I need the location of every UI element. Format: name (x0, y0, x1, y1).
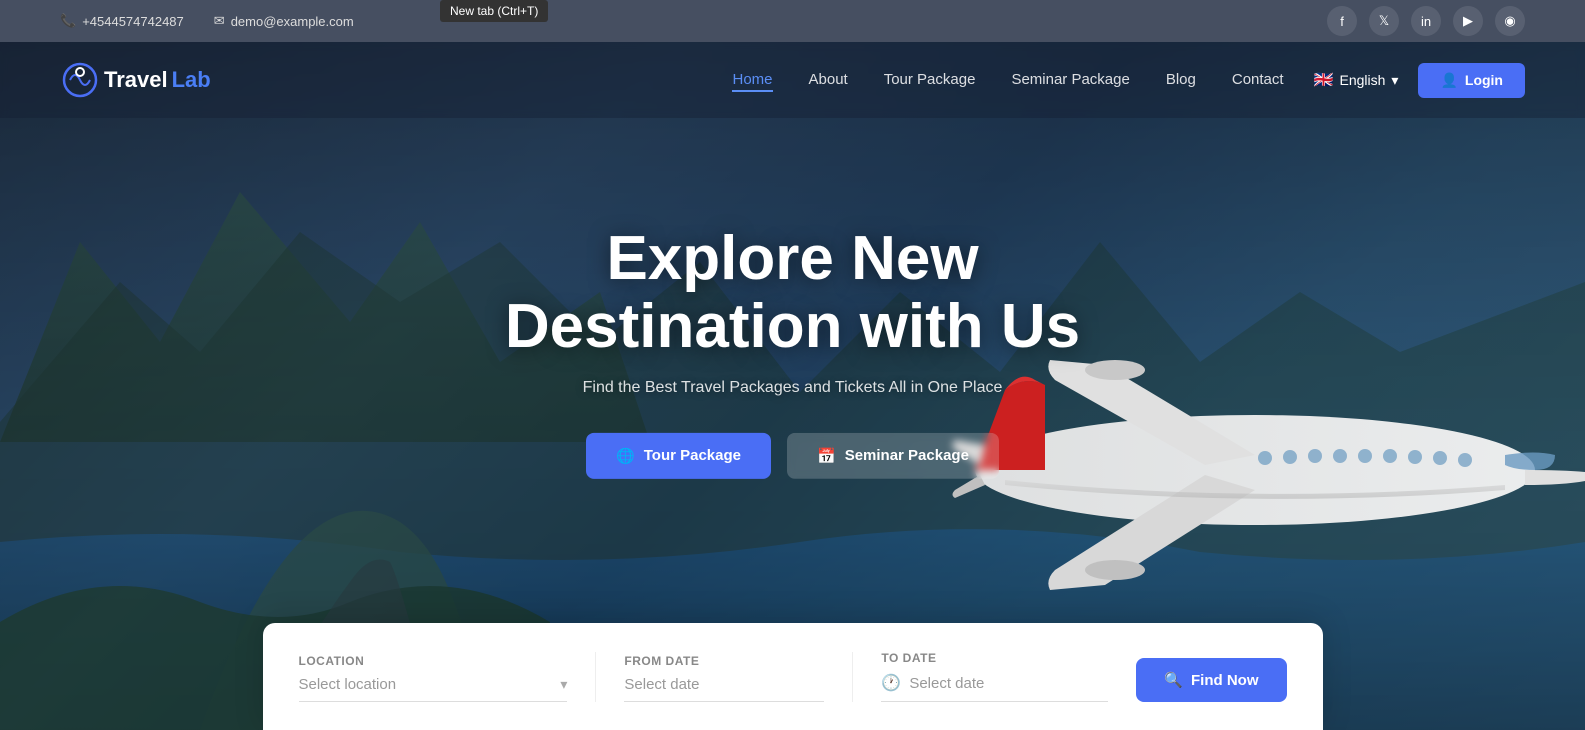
flag-icon: 🇬🇧 (1314, 70, 1334, 90)
logo-text-white: Travel (104, 67, 168, 93)
nav-home-link[interactable]: Home (732, 71, 772, 92)
nav-contact-link[interactable]: Contact (1232, 71, 1284, 88)
hero-content: Explore New Destination with Us Find the… (443, 224, 1143, 478)
logo-icon (60, 60, 100, 100)
from-date-input[interactable] (624, 676, 824, 693)
globe-icon: 🌐 (616, 447, 635, 465)
calendar-icon: 📅 (817, 447, 836, 465)
email-info: ✉ demo@example.com (214, 13, 354, 29)
nav-about-link[interactable]: About (809, 71, 848, 88)
hero-buttons: 🌐 Tour Package 📅 Seminar Package (443, 433, 1143, 479)
location-input-wrapper: ▾ (299, 676, 568, 702)
user-icon: 👤 (1440, 72, 1457, 89)
instagram-icon[interactable]: ◉ (1495, 6, 1525, 36)
nav-links: Home About Tour Package Seminar Package … (732, 71, 1283, 89)
hero-section: TravelLab Home About Tour Package Semina… (0, 42, 1585, 730)
email-address: demo@example.com (231, 14, 354, 29)
phone-info: 📞 +4544574742487 (60, 13, 184, 29)
tour-package-button[interactable]: 🌐 Tour Package (586, 433, 771, 479)
topbar-left: 📞 +4544574742487 ✉ demo@example.com (60, 13, 354, 29)
search-bar: Location ▾ From Date To Date 🕐 🔍 Find No… (263, 623, 1323, 730)
login-button[interactable]: 👤 Login (1418, 63, 1525, 98)
divider-1 (595, 652, 596, 702)
nav-seminar[interactable]: Seminar Package (1011, 71, 1129, 89)
youtube-icon[interactable]: ▶ (1453, 6, 1483, 36)
hero-title-line2: Destination with Us (505, 292, 1080, 361)
email-icon: ✉ (214, 13, 225, 29)
nav-tour-link[interactable]: Tour Package (884, 71, 976, 88)
twitter-icon[interactable]: 𝕏 (1369, 6, 1399, 36)
nav-blog[interactable]: Blog (1166, 71, 1196, 89)
logo-text-blue: Lab (172, 67, 211, 93)
seminar-btn-label: Seminar Package (845, 447, 969, 464)
find-btn-label: Find Now (1191, 672, 1259, 689)
nav-about[interactable]: About (809, 71, 848, 89)
login-label: Login (1465, 72, 1503, 88)
topbar: 📞 +4544574742487 ✉ demo@example.com New … (0, 0, 1585, 42)
location-label: Location (299, 654, 568, 668)
phone-icon: 📞 (60, 13, 76, 29)
language-label: English (1340, 72, 1386, 88)
hero-subtitle: Find the Best Travel Packages and Ticket… (443, 379, 1143, 397)
location-field: Location ▾ (299, 654, 568, 702)
find-now-button[interactable]: 🔍 Find Now (1136, 658, 1286, 702)
nav-seminar-link[interactable]: Seminar Package (1011, 71, 1129, 88)
logo[interactable]: TravelLab (60, 60, 211, 100)
facebook-icon[interactable]: f (1327, 6, 1357, 36)
language-selector[interactable]: 🇬🇧 English ▾ (1314, 70, 1399, 90)
divider-2 (852, 652, 853, 702)
nav-home[interactable]: Home (732, 71, 772, 89)
to-date-input[interactable] (909, 675, 1108, 692)
nav-contact[interactable]: Contact (1232, 71, 1284, 89)
to-date-field: To Date 🕐 (881, 651, 1108, 702)
lang-dropdown-arrow: ▾ (1391, 72, 1398, 89)
location-input[interactable] (299, 676, 553, 693)
hero-title-line1: Explore New (606, 223, 978, 292)
nav-tour-package[interactable]: Tour Package (884, 71, 976, 89)
phone-number: +4544574742487 (82, 14, 184, 29)
from-date-label: From Date (624, 654, 824, 668)
seminar-package-button[interactable]: 📅 Seminar Package (787, 433, 999, 479)
linkedin-icon[interactable]: in (1411, 6, 1441, 36)
navbar: TravelLab Home About Tour Package Semina… (0, 42, 1585, 118)
social-links: f 𝕏 in ▶ ◉ (1327, 6, 1525, 36)
tour-btn-label: Tour Package (644, 447, 741, 464)
tooltip: New tab (Ctrl+T) (440, 0, 548, 22)
to-date-label: To Date (881, 651, 1108, 665)
from-date-input-wrapper (624, 676, 824, 702)
clock-icon: 🕐 (881, 673, 901, 693)
nav-blog-link[interactable]: Blog (1166, 71, 1196, 88)
location-dropdown-arrow[interactable]: ▾ (560, 676, 567, 693)
search-icon: 🔍 (1164, 671, 1183, 689)
hero-title: Explore New Destination with Us (443, 224, 1143, 360)
from-date-field: From Date (624, 654, 824, 702)
